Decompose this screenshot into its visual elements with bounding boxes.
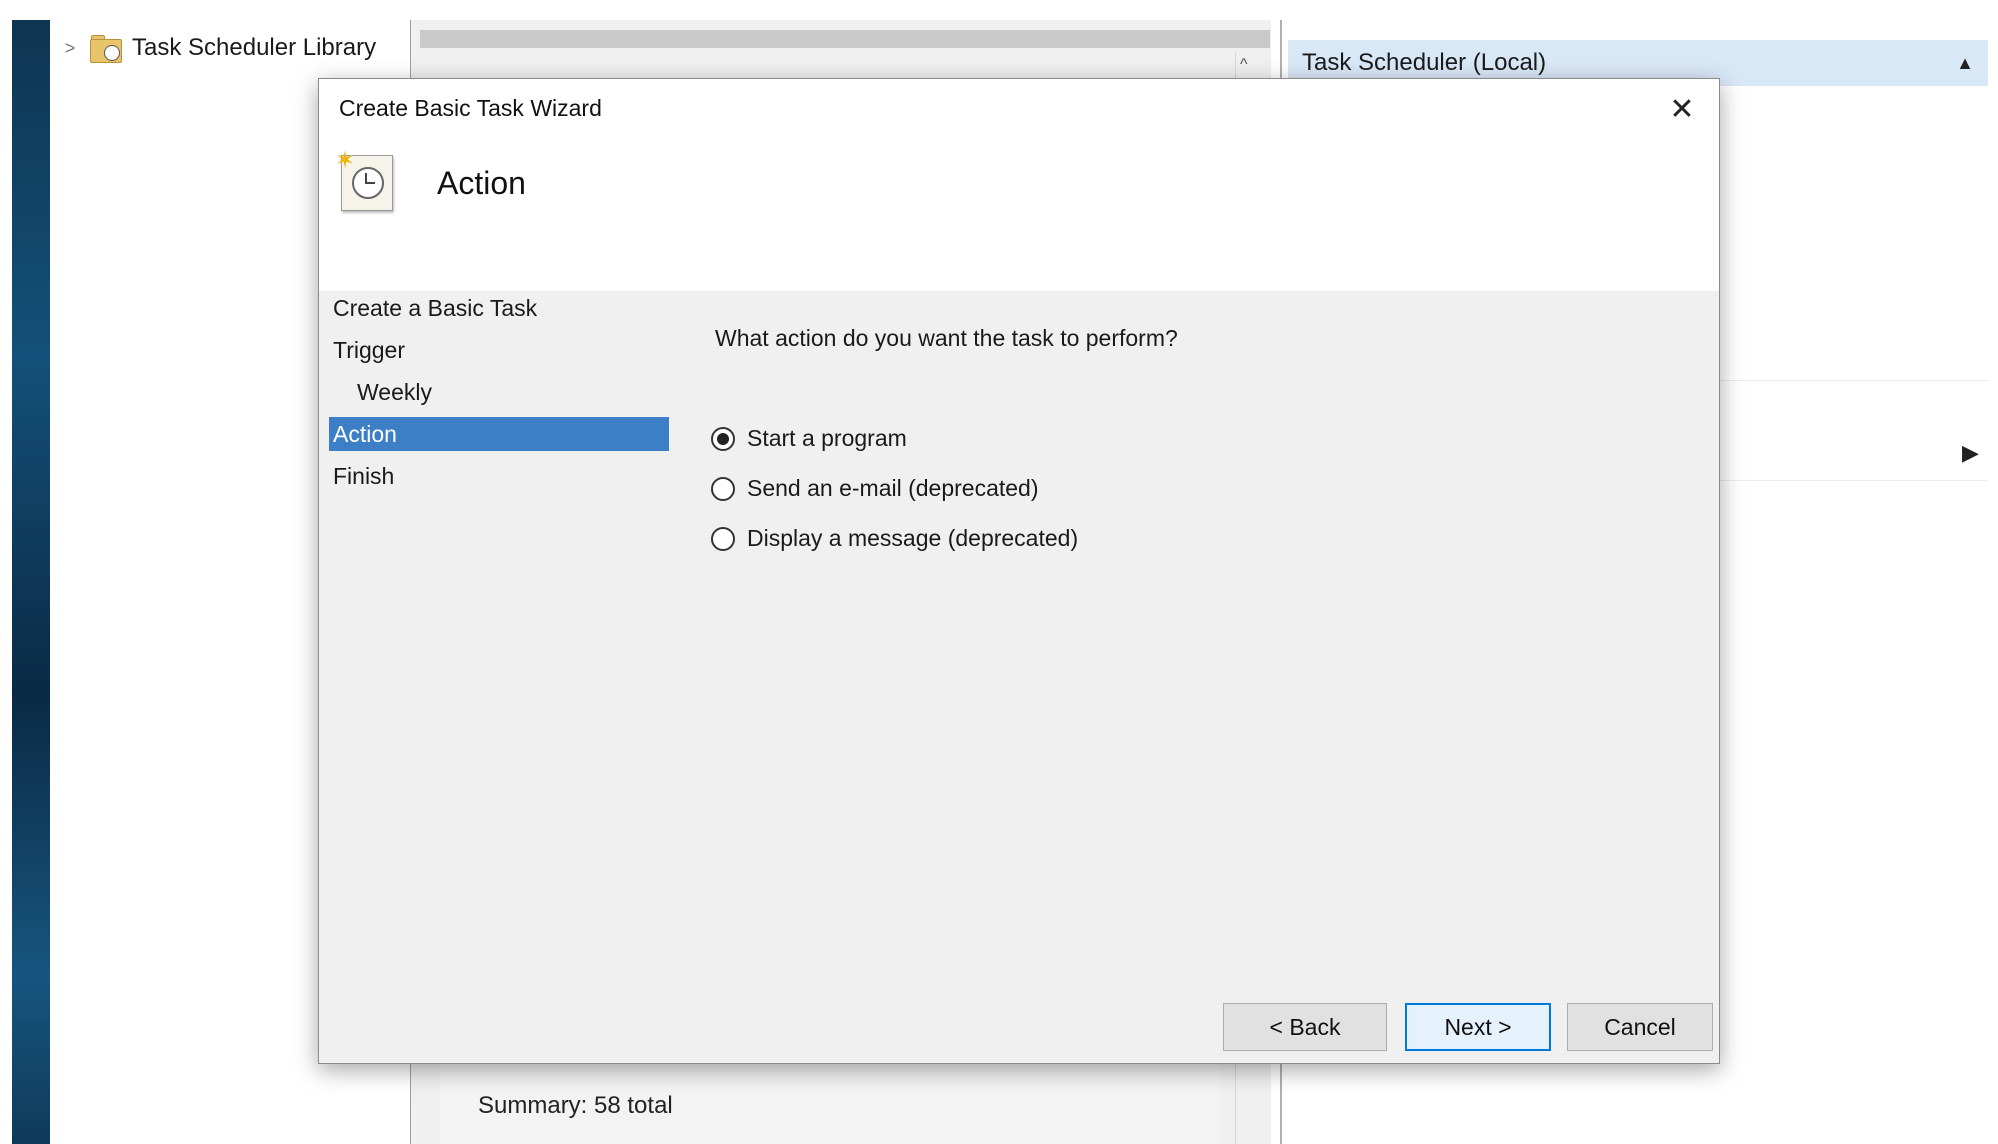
action-question: What action do you want the task to perf… bbox=[715, 325, 1178, 351]
radio-button[interactable] bbox=[711, 476, 735, 501]
radio-display-message[interactable]: Display a message (deprecated) bbox=[711, 525, 1078, 552]
back-button[interactable]: < Back bbox=[1223, 1003, 1387, 1051]
collapse-up-icon[interactable]: ▲ bbox=[1956, 53, 1974, 74]
task-scheduler-icon: ✶ bbox=[335, 149, 395, 211]
radio-label: Send an e-mail (deprecated) bbox=[747, 475, 1039, 501]
close-icon[interactable]: ✕ bbox=[1669, 92, 1694, 127]
actions-pane-title: Task Scheduler (Local) bbox=[1302, 49, 1547, 76]
create-basic-task-wizard-dialog: Create Basic Task Wizard ✕ ✶ Action Crea… bbox=[318, 78, 1720, 1064]
chevron-right-icon[interactable]: > bbox=[60, 38, 80, 59]
desktop-background-strip bbox=[12, 20, 50, 1144]
wizard-step-finish[interactable]: Finish bbox=[329, 459, 669, 493]
radio-button[interactable] bbox=[711, 526, 735, 551]
tree-item-label: Task Scheduler Library bbox=[132, 34, 377, 61]
summary-text: Summary: 58 total bbox=[478, 1092, 673, 1119]
tree-item-task-scheduler-library[interactable]: > Task Scheduler Library bbox=[60, 28, 376, 68]
close-button[interactable]: ✕ bbox=[1659, 89, 1705, 129]
dialog-title: Create Basic Task Wizard bbox=[339, 95, 602, 121]
wizard-step-create-basic-task[interactable]: Create a Basic Task bbox=[329, 291, 669, 325]
wizard-step-weekly[interactable]: Weekly bbox=[329, 375, 669, 409]
wizard-step-trigger[interactable]: Trigger bbox=[329, 333, 669, 367]
radio-label: Start a program bbox=[747, 425, 907, 451]
page-heading: Action bbox=[437, 165, 526, 201]
radio-start-program[interactable]: Start a program bbox=[711, 425, 907, 452]
radio-label: Display a message (deprecated) bbox=[747, 525, 1079, 551]
cancel-button[interactable]: Cancel bbox=[1567, 1003, 1713, 1051]
radio-send-email[interactable]: Send an e-mail (deprecated) bbox=[711, 475, 1039, 502]
scheduler-folder-icon bbox=[90, 35, 122, 63]
radio-button-checked[interactable] bbox=[711, 426, 735, 451]
scroll-up-icon[interactable]: ^ bbox=[1240, 56, 1248, 74]
next-button[interactable]: Next > bbox=[1405, 1003, 1551, 1051]
wizard-step-action[interactable]: Action bbox=[329, 417, 669, 451]
submenu-arrow-icon[interactable]: ▶ bbox=[1962, 440, 1979, 466]
task-list-header-bar bbox=[420, 30, 1270, 48]
